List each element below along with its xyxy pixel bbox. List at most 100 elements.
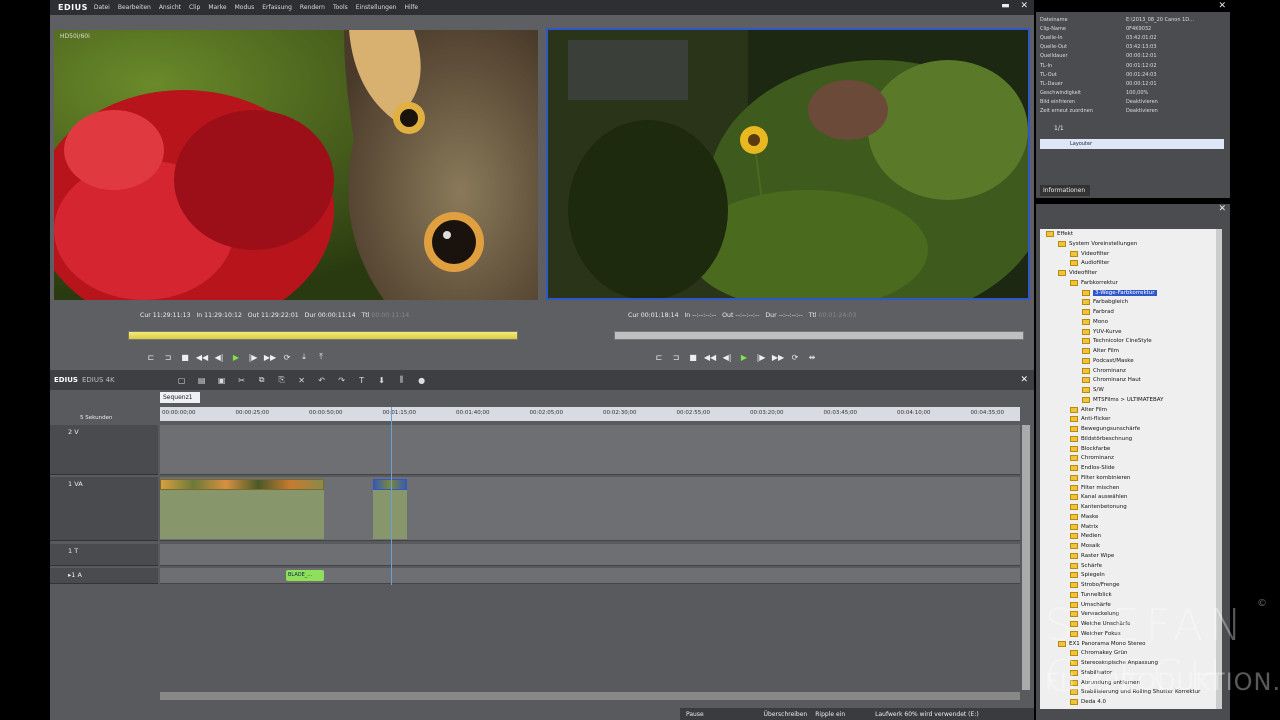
tree-item[interactable]: Strobo/Frenge: [1070, 582, 1120, 588]
track-header-1va[interactable]: 1 VA: [50, 477, 158, 541]
track-1t[interactable]: [160, 544, 1020, 566]
tree-item[interactable]: Tunnelblick: [1070, 591, 1112, 598]
info-tab[interactable]: Informationen: [1040, 185, 1090, 196]
open-icon[interactable]: ▤: [195, 374, 209, 386]
overwrite-icon[interactable]: ⤒: [314, 350, 328, 364]
tree-item[interactable]: Mosaik: [1070, 543, 1100, 549]
stop-icon[interactable]: ■: [178, 350, 192, 364]
tree-item[interactable]: Raster Wipe: [1070, 552, 1114, 559]
tree-item[interactable]: Spiegeln: [1070, 572, 1105, 579]
tree-item[interactable]: Schärfe: [1070, 562, 1102, 569]
tree-item[interactable]: Kantenbetonung: [1070, 504, 1127, 510]
tree-item[interactable]: Podcast/Maske: [1082, 357, 1134, 364]
color-icon[interactable]: ●: [415, 374, 429, 386]
tree-item[interactable]: Mono: [1082, 318, 1108, 325]
text-icon[interactable]: T: [355, 374, 369, 386]
menu-marke[interactable]: Marke: [208, 4, 226, 11]
menu-modus[interactable]: Modus: [235, 4, 255, 11]
rec-fast-forward-icon[interactable]: ▶▶: [771, 350, 785, 364]
save-icon[interactable]: ▣: [215, 374, 229, 386]
track-header-1t[interactable]: 1 T: [50, 544, 158, 566]
tree-item[interactable]: Farbrad: [1082, 309, 1114, 315]
menu-einstellungen[interactable]: Einstellungen: [356, 4, 397, 11]
tree-item[interactable]: Filter kombinieren: [1070, 474, 1131, 481]
rec-loop-icon[interactable]: ⟳: [788, 350, 802, 364]
step-forward-icon[interactable]: |▶: [246, 350, 260, 364]
rec-rewind-icon[interactable]: ◀◀: [703, 350, 717, 364]
timeline-vscroll[interactable]: [1022, 425, 1030, 690]
tree-item[interactable]: Farbabgleich: [1082, 299, 1128, 306]
tree-item[interactable]: Medien: [1070, 533, 1101, 540]
paste-icon[interactable]: ⎘: [275, 374, 289, 386]
rewind-icon[interactable]: ◀◀: [195, 350, 209, 364]
tree-item[interactable]: 3-Wege-Farbkorrektur: [1082, 289, 1157, 296]
tree-item[interactable]: MTSFilms > ULTIMATEBAY: [1082, 396, 1163, 403]
video-thumbs-2[interactable]: [373, 479, 407, 490]
tree-item[interactable]: Alter Film: [1070, 406, 1107, 413]
fast-forward-icon[interactable]: ▶▶: [263, 350, 277, 364]
timeline-cursor[interactable]: [391, 407, 392, 585]
status-ripple[interactable]: Ripple ein: [815, 711, 845, 718]
tree-item[interactable]: Effekt: [1046, 231, 1073, 237]
track-header-1a[interactable]: ▸1 A: [50, 568, 158, 584]
status-overwrite[interactable]: Überschreiben: [764, 711, 808, 718]
tree-item[interactable]: Alter Film: [1082, 348, 1119, 354]
rec-step-forward-icon[interactable]: |▶: [754, 350, 768, 364]
tree-item[interactable]: System Voreinstellungen: [1058, 240, 1137, 247]
recorder-scrubber[interactable]: [614, 331, 1024, 340]
tree-item[interactable]: Matrix: [1070, 523, 1098, 530]
set-in-icon[interactable]: ⊏: [144, 350, 158, 364]
rec-set-in-icon[interactable]: ⊏: [652, 350, 666, 364]
tree-item[interactable]: Anti-flicker: [1070, 416, 1111, 423]
scale-label[interactable]: 5 Sekunden: [80, 415, 112, 421]
timeline-ruler[interactable]: 00:00:00;00 00:00:25;00 00:00:50;00 00:01:1…: [160, 407, 1020, 421]
tree-item[interactable]: Bildstörbeschnung: [1070, 435, 1132, 442]
rec-play-icon[interactable]: ▶: [737, 350, 751, 364]
tree-item[interactable]: Chrominanz: [1082, 367, 1126, 374]
tree-item[interactable]: Videofilter: [1058, 270, 1097, 276]
menu-rendern[interactable]: Rendern: [300, 4, 325, 11]
tree-item[interactable]: Maske: [1070, 513, 1098, 520]
delete-icon[interactable]: ✕: [295, 374, 309, 386]
player-monitor[interactable]: HD50i/60i: [54, 30, 538, 300]
step-back-icon[interactable]: ◀|: [212, 350, 226, 364]
tree-item[interactable]: S/W: [1082, 387, 1104, 393]
video-thumbs-1[interactable]: [160, 479, 324, 490]
tree-item[interactable]: Technicolor CineStyle: [1082, 338, 1152, 345]
track-1va[interactable]: [160, 477, 1020, 541]
mixer-icon[interactable]: ⫼: [395, 374, 409, 386]
play-icon[interactable]: ▶: [229, 350, 243, 364]
menu-clip[interactable]: Clip: [189, 4, 200, 11]
loop-icon[interactable]: ⟳: [280, 350, 294, 364]
marker-icon[interactable]: ⬇: [375, 374, 389, 386]
timeline-close-button[interactable]: ✕: [1020, 375, 1028, 385]
tree-item[interactable]: Kanal auswählen: [1070, 494, 1128, 501]
new-sequence-icon[interactable]: ▢: [175, 374, 189, 386]
tree-item[interactable]: Bewegungsunschärfe: [1070, 426, 1140, 432]
recorder-monitor[interactable]: [546, 28, 1030, 300]
menu-ansicht[interactable]: Ansicht: [159, 4, 181, 11]
menu-erfassung[interactable]: Erfassung: [262, 4, 292, 11]
insert-icon[interactable]: ⤓: [297, 350, 311, 364]
rec-step-back-icon[interactable]: ◀|: [720, 350, 734, 364]
track-2v[interactable]: [160, 425, 1020, 475]
menu-tools[interactable]: Tools: [333, 4, 348, 11]
tree-item[interactable]: Videofilter: [1070, 250, 1109, 257]
player-scrubber[interactable]: [128, 331, 518, 340]
tree-item[interactable]: Farbkorrektur: [1070, 279, 1118, 286]
set-out-icon[interactable]: ⊐: [161, 350, 175, 364]
tree-item[interactable]: Filter mischen: [1070, 484, 1120, 491]
rec-set-out-icon[interactable]: ⊐: [669, 350, 683, 364]
sequence-tab[interactable]: Sequenz1: [160, 392, 200, 403]
minimize-button[interactable]: ▬: [1001, 1, 1010, 11]
redo-icon[interactable]: ↷: [335, 374, 349, 386]
menu-bearbeiten[interactable]: Bearbeiten: [118, 4, 151, 11]
audio-clip[interactable]: BLADE_...: [286, 570, 324, 581]
timeline-hscroll[interactable]: [160, 692, 1020, 700]
tree-item[interactable]: Audiofilter: [1070, 260, 1109, 267]
info-close-button[interactable]: ✕: [1218, 1, 1226, 11]
tree-item[interactable]: Endlos-Slide: [1070, 465, 1115, 471]
menu-datei[interactable]: Datei: [94, 4, 110, 11]
tree-item[interactable]: Chrominanz: [1070, 455, 1114, 462]
rec-trim-icon[interactable]: ⇹: [805, 350, 819, 364]
